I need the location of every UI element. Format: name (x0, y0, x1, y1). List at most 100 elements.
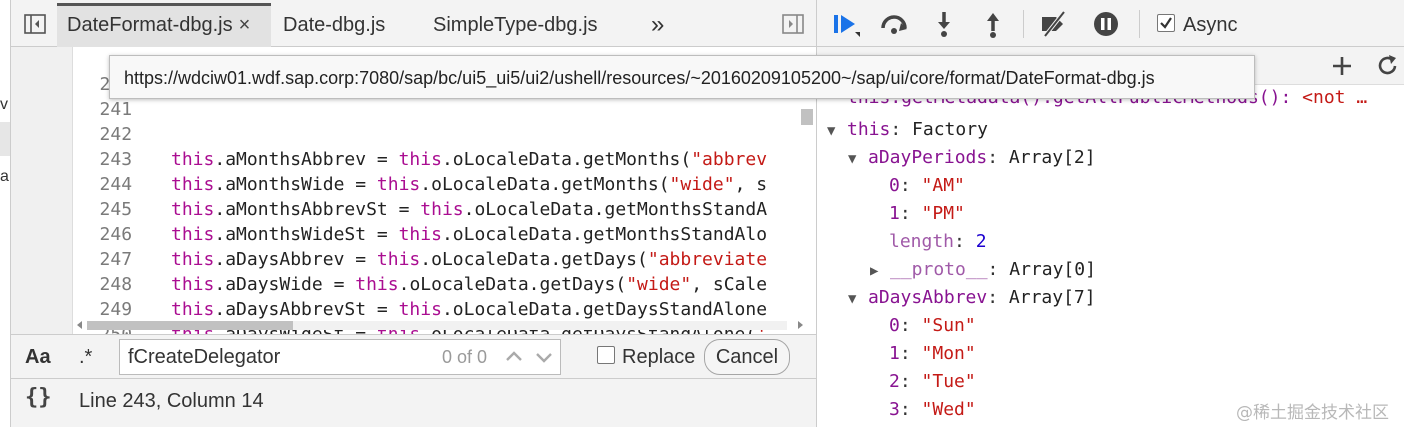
file-url-tooltip: https://wdciw01.wdf.sap.corp:7080/sap/bc… (109, 55, 1255, 99)
code-line[interactable]: 246 this.aMonthsWideSt = this.oLocaleData… (11, 197, 768, 245)
close-tab-icon[interactable]: × (239, 6, 251, 44)
tree-row[interactable]: 0: "AM" (889, 172, 965, 200)
pause-on-exceptions-icon[interactable] (1091, 10, 1121, 38)
file-name-fragment[interactable]: a (0, 168, 9, 186)
checkmark-icon (1160, 17, 1172, 29)
property-value: Array[2] (1008, 147, 1096, 168)
code-line[interactable]: 244 this.aMonthsWide = this.oLocaleData.g… (11, 147, 768, 195)
property-key: 0 (889, 175, 900, 196)
toggle-navigator-icon[interactable] (23, 12, 47, 36)
code-text: this.aMonthsAbbrev = this.oLocaleData.ge… (171, 149, 768, 170)
source-editor: DateFormat-dbg.js × Date-dbg.js SimpleTyp… (11, 0, 1255, 427)
code-line[interactable]: 243 this.aMonthsAbbrev = this.oLocaleData… (11, 122, 768, 170)
property-value: Factory (912, 119, 988, 140)
expand-triangle-icon[interactable]: ▶ (870, 257, 890, 285)
cancel-button[interactable]: Cancel (704, 339, 790, 375)
search-field[interactable]: 0 of 0 (119, 339, 561, 375)
async-checkbox[interactable] (1157, 14, 1175, 32)
property-key: this (847, 119, 891, 140)
horizontal-scrollbar[interactable] (73, 318, 816, 332)
property-value: "Tue" (921, 371, 976, 392)
async-label: Async (1183, 14, 1238, 36)
tree-row[interactable]: 3: "Wed" (889, 396, 976, 424)
toolbar-separator (1139, 10, 1140, 38)
tabs-overflow-icon[interactable]: » (651, 3, 664, 47)
tree-row[interactable]: 0: "Sun" (889, 312, 976, 340)
step-into-icon[interactable] (929, 10, 959, 38)
status-bar: {} Line 243, Column 14 (11, 379, 816, 427)
expand-triangle-icon[interactable]: ▼ (848, 145, 868, 173)
step-over-icon[interactable] (879, 10, 909, 38)
property-value: "Wed" (921, 399, 976, 420)
tab-label: SimpleType-dbg.js (433, 14, 598, 36)
property-key: 1 (889, 343, 900, 364)
property-key: aDaysAbbrev (868, 287, 988, 308)
watch-value: <not … (1302, 87, 1368, 108)
resume-icon[interactable] (831, 10, 861, 38)
debugger-toolbar: Async (817, 0, 1404, 47)
refresh-watch-icon[interactable] (1375, 53, 1401, 79)
editor-tabs-bar: DateFormat-dbg.js × Date-dbg.js SimpleTyp… (11, 0, 816, 47)
scroll-right-icon[interactable] (795, 320, 805, 330)
next-match-icon[interactable] (532, 344, 556, 370)
code-text: this.aDaysWide = this.oLocaleData.getDay… (171, 274, 768, 295)
code-text: this.aMonthsWide = this.oLocaleData.getM… (171, 174, 768, 195)
code-text: this.aMonthsAbbrevSt = this.oLocaleData.… (171, 199, 768, 220)
file-name-fragment[interactable]: v (0, 96, 8, 114)
deactivate-breakpoints-icon[interactable] (1039, 10, 1069, 38)
property-key: 0 (889, 315, 900, 336)
property-key: 2 (889, 371, 900, 392)
property-value: "Sun" (921, 315, 976, 336)
pretty-print-icon[interactable]: {} (25, 385, 52, 410)
match-case-toggle[interactable]: Aa (25, 335, 51, 380)
expand-triangle-icon[interactable]: ▼ (848, 285, 868, 313)
match-count: 0 of 0 (442, 347, 488, 367)
property-value: "Mon" (921, 343, 976, 364)
horizontal-scrollbar-thumb[interactable] (87, 321, 293, 330)
tree-row[interactable]: 1: "Mon" (889, 340, 976, 368)
selected-file-marker (0, 122, 10, 156)
scroll-left-icon[interactable] (75, 320, 85, 330)
tree-row[interactable]: 1: "PM" (889, 200, 965, 228)
tree-row[interactable]: 2: "Tue" (889, 368, 976, 396)
tab-label: Date-dbg.js (283, 14, 386, 36)
tab-simpletype-dbg[interactable]: SimpleType-dbg.js (433, 3, 598, 47)
tab-dateformat-dbg[interactable]: DateFormat-dbg.js × (57, 3, 271, 47)
toggle-debugger-icon[interactable] (781, 12, 805, 36)
code-line[interactable]: 249 this.aDaysAbbrevSt = this.oLocaleData… (11, 272, 768, 320)
property-key: 1 (889, 203, 900, 224)
property-key: __proto__ (890, 259, 988, 280)
replace-label: Replace (622, 346, 696, 368)
toolbar-separator (1023, 10, 1024, 38)
previous-match-icon[interactable] (502, 344, 526, 370)
property-value: "AM" (921, 175, 965, 196)
vertical-scrollbar-thumb[interactable] (801, 109, 813, 125)
tab-label: DateFormat-dbg.js (67, 14, 233, 36)
tree-row[interactable]: ▶ __proto__: Array[0] (870, 256, 1096, 284)
tree-row[interactable]: ▼ aDayPeriods: Array[2] (848, 144, 1096, 172)
tree-row[interactable]: length: 2 (889, 228, 987, 256)
code-line[interactable]: 247 this.aDaysAbbrev = this.oLocaleData.g… (11, 222, 768, 270)
code-line[interactable]: 248 this.aDaysWide = this.oLocaleData.get… (11, 247, 768, 295)
replace-checkbox[interactable] (597, 346, 615, 364)
property-value: Array[7] (1008, 287, 1096, 308)
tab-date-dbg[interactable]: Date-dbg.js (283, 3, 385, 47)
code-line[interactable]: 242 (11, 97, 133, 145)
property-value: 2 (975, 231, 987, 252)
find-bar: Aa .* 0 of 0 Replace Cancel (11, 334, 816, 379)
code-line[interactable]: 245 this.aMonthsAbbrevSt = this.oLocaleDa… (11, 172, 768, 220)
tree-row[interactable]: ▼ this: Factory (827, 116, 988, 144)
code-text: this.aDaysAbbrev = this.oLocaleData.getD… (171, 249, 768, 270)
regex-toggle[interactable]: .* (79, 335, 92, 380)
expand-triangle-icon[interactable]: ▼ (827, 117, 847, 145)
step-out-icon[interactable] (978, 10, 1008, 38)
search-input[interactable] (126, 342, 436, 372)
add-watch-icon[interactable] (1329, 53, 1355, 79)
property-key: 3 (889, 399, 900, 420)
property-value: "PM" (921, 203, 965, 224)
tree-row[interactable]: ▼ aDaysAbbrev: Array[7] (848, 284, 1096, 312)
scope-tree: this.getMetadata().getAllPublicMethods()… (817, 85, 1404, 427)
property-value: Array[0] (1009, 259, 1096, 280)
cursor-position: Line 243, Column 14 (79, 390, 264, 412)
code-text: this.aMonthsWideSt = this.oLocaleData.ge… (171, 224, 768, 245)
